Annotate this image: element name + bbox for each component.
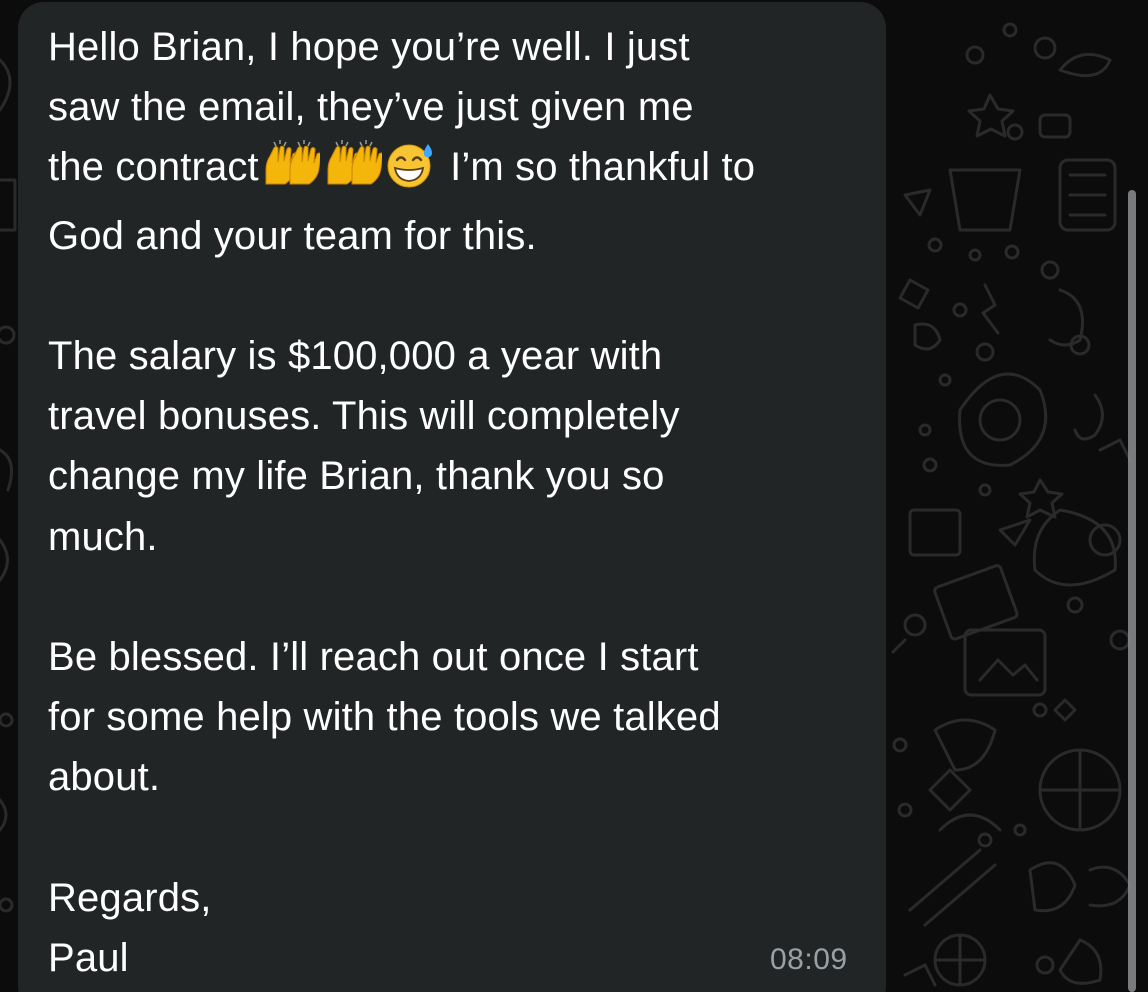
message-text: Hello Brian, I hope you’re well. I just … bbox=[48, 17, 878, 988]
message-line: change my life Brian, thank you so bbox=[48, 454, 665, 499]
message-fragment: the contract bbox=[48, 145, 259, 190]
raising-hands-emoji-icon bbox=[260, 140, 322, 205]
message-line: travel bonuses. This will completely bbox=[48, 394, 680, 439]
scrollbar[interactable] bbox=[1128, 190, 1136, 992]
message-timestamp: 08:09 bbox=[770, 943, 848, 976]
message-line: Be blessed. I’ll reach out once I start bbox=[48, 635, 699, 679]
message-line: Regards, bbox=[48, 875, 212, 920]
message-line: God and your team for this. bbox=[48, 213, 537, 258]
message-line: about. bbox=[48, 755, 161, 800]
message-line: for some help with the tools we talked bbox=[48, 695, 721, 740]
message-line-with-emojis: the contract I’m so thankful to bbox=[48, 137, 878, 205]
message-line: much. bbox=[48, 514, 158, 559]
message-line: Hello Brian, I hope you’re well. I just bbox=[48, 25, 690, 69]
message-fragment: I’m so thankful to bbox=[438, 145, 756, 190]
grinning-face-with-sweat-emoji-icon bbox=[384, 140, 438, 205]
raising-hands-emoji-icon bbox=[322, 140, 384, 205]
chat-background: Hello Brian, I hope you’re well. I just … bbox=[0, 0, 1148, 992]
message-line: saw the email, they’ve just given me bbox=[48, 85, 694, 130]
message-signature: Paul bbox=[48, 936, 129, 980]
message-line: The salary is $100,000 a year with bbox=[48, 334, 663, 378]
